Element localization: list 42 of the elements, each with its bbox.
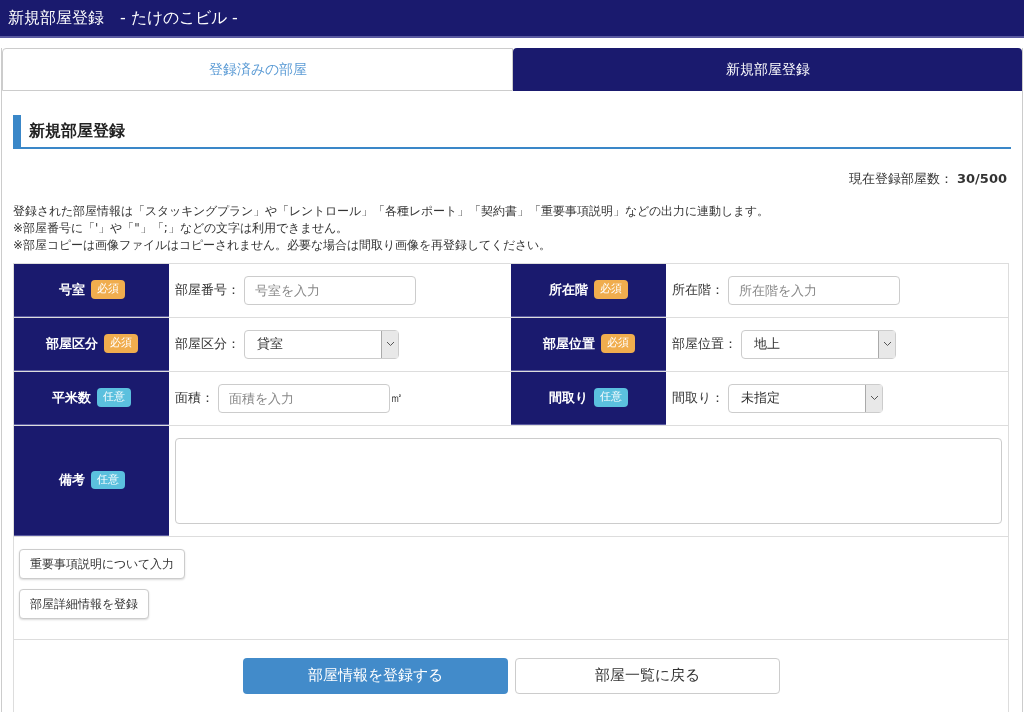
note-text: 登録された部屋情報は「スタッキングプラン」や「レントロール」「各種レポート」「契約書」「重要事項説明」などの出力に連動します。 xyxy=(13,202,770,220)
input-field[interactable]: 面積を入力 xyxy=(218,383,390,413)
chevron-icon xyxy=(882,341,892,347)
field-label: 部屋区分： xyxy=(175,335,240,354)
badge: 必須 xyxy=(103,334,138,353)
page-title: 新規部屋登録 - たけのこビル - xyxy=(8,7,238,29)
note-text: ※部屋コピーは画像ファイルはコピーされません。必要な場合は間取り画像を再登録してください。 xyxy=(13,236,553,254)
select-field[interactable]: 地上 xyxy=(741,329,896,359)
chevron-icon xyxy=(385,341,395,347)
label-cell: 号室 必須 xyxy=(14,263,169,317)
badge: 必須 xyxy=(594,280,628,299)
badge: 必須 xyxy=(90,280,125,299)
label-cell: 部屋位置 必須 xyxy=(511,317,666,371)
label-cell: 平米数 任意 xyxy=(14,371,169,425)
badge: 任意 xyxy=(594,388,628,407)
label-cell: 備考 任意 xyxy=(14,425,169,536)
input-field[interactable]: 所在階を入力 xyxy=(728,275,900,305)
chevron-icon xyxy=(869,395,879,401)
tab[interactable]: 新規部屋登録 xyxy=(513,48,1022,91)
field-label: 間取り： xyxy=(672,389,724,408)
field-label: 面積： xyxy=(175,389,214,408)
field-label: 部屋番号： xyxy=(175,281,240,300)
label-cell: 部屋区分 必須 xyxy=(14,317,169,371)
badge: 必須 xyxy=(600,334,635,353)
badge: 任意 xyxy=(90,470,125,490)
secondary-button[interactable]: 部屋詳細情報を登録 xyxy=(19,588,149,619)
field-label: 部屋位置： xyxy=(672,335,737,354)
section-heading: 新規部屋登録 xyxy=(13,115,1011,149)
select-field[interactable]: 貸室 xyxy=(244,329,399,359)
label-cell: 所在階 必須 xyxy=(511,263,666,317)
label-cell: 間取り 任意 xyxy=(511,371,666,425)
note-text: ※部屋番号に「'」や「"」「;」などの文字は利用できません。 xyxy=(13,219,349,237)
back-button[interactable]: 部屋一覧に戻る xyxy=(514,657,780,694)
remarks-field[interactable] xyxy=(175,437,1002,524)
input-field[interactable]: 号室を入力 xyxy=(244,275,416,305)
unit-label: ㎡ xyxy=(390,389,403,408)
select-field[interactable]: 未指定 xyxy=(728,383,883,413)
badge: 任意 xyxy=(97,388,131,407)
room-count: 現在登録部屋数： 30/500 xyxy=(848,170,1008,188)
submit-button[interactable]: 部屋情報を登録する xyxy=(242,657,508,694)
secondary-button[interactable]: 重要事項説明について入力 xyxy=(19,548,185,579)
field-label: 所在階： xyxy=(672,281,724,300)
